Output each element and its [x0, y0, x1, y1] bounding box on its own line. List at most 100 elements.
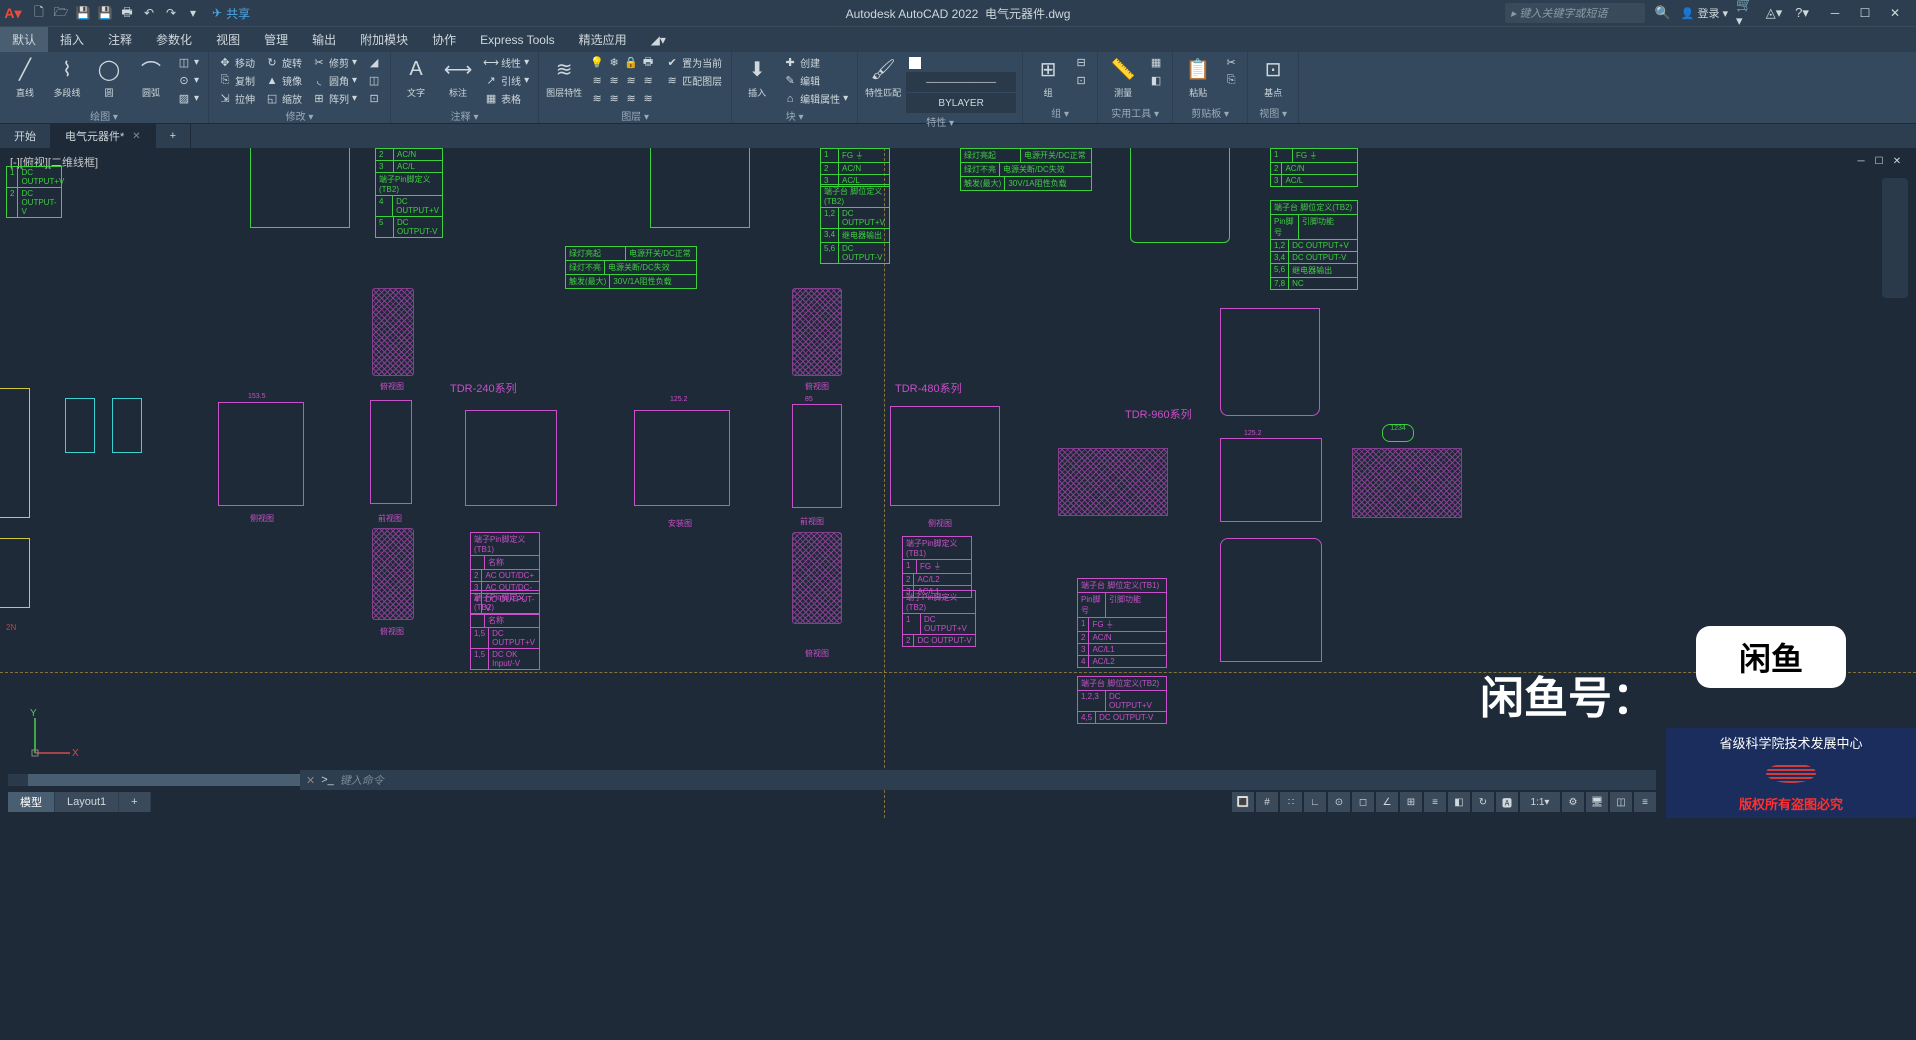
polyline-button[interactable]: ⌇多段线	[48, 54, 86, 99]
status-workspace[interactable]: ⚙	[1562, 792, 1584, 812]
app-icon[interactable]: A▾	[0, 0, 26, 26]
draw-more-3[interactable]: ▨▾	[174, 90, 202, 107]
layer-match-2[interactable]: ≋≋≋≋	[587, 90, 658, 107]
status-cycle[interactable]: ↻	[1472, 792, 1494, 812]
create-block-button[interactable]: ✚创建	[780, 54, 851, 71]
start-tab[interactable]: 开始	[0, 124, 51, 148]
fillet-button[interactable]: ◟圆角 ▾	[309, 72, 360, 89]
cart-icon[interactable]: 🛒▾	[1736, 3, 1756, 23]
navigation-bar[interactable]	[1882, 178, 1908, 298]
edit-block-button[interactable]: ✎编辑	[780, 72, 851, 89]
maximize-button[interactable]: ☐	[1850, 0, 1880, 26]
insert-block-button[interactable]: ⬇插入	[738, 54, 776, 99]
tab-express[interactable]: Express Tools	[468, 27, 566, 52]
circle-button[interactable]: ◯圆	[90, 54, 128, 99]
scrollbar-thumb[interactable]	[28, 774, 308, 786]
dimension-button[interactable]: ⟷标注	[439, 54, 477, 99]
vp-maximize[interactable]: ☐	[1872, 154, 1886, 168]
layer-match-1[interactable]: ≋≋≋≋	[587, 72, 658, 89]
set-current-button[interactable]: ✔置为当前	[662, 54, 725, 71]
search-input[interactable]: ▸ 键入关键字或短语	[1505, 3, 1645, 23]
status-polar[interactable]: ⊙	[1328, 792, 1350, 812]
group-more-1[interactable]: ⊟	[1071, 54, 1091, 71]
vp-minimize[interactable]: ─	[1854, 154, 1868, 168]
command-line[interactable]: ✕ >_ 键入命令	[300, 770, 1656, 790]
app-center-icon[interactable]: ◬▾	[1764, 3, 1784, 23]
status-dynamic[interactable]: ⊞	[1400, 792, 1422, 812]
redo-icon[interactable]: ↷	[162, 4, 180, 22]
status-scale[interactable]: 1:1▾	[1520, 792, 1560, 812]
copy-button[interactable]: ⎘复制	[215, 72, 258, 89]
layout-layout1[interactable]: Layout1	[55, 792, 119, 812]
new-icon[interactable]: 🗋	[30, 4, 48, 22]
layer-properties-button[interactable]: ≋图层特性	[545, 54, 583, 99]
arc-button[interactable]: ⌒圆弧	[132, 54, 170, 99]
drawing-area[interactable]: [-][俯视][二维线框] ─ ☐ ✕ 2AC/N 3AC/L 端子Pin脚定义…	[0, 148, 1916, 818]
new-tab-button[interactable]: +	[156, 124, 191, 148]
group-button[interactable]: ⊞组	[1029, 54, 1067, 99]
layer-state-button[interactable]: 💡❄🔒🖶	[587, 54, 658, 71]
close-button[interactable]: ✕	[1880, 0, 1910, 26]
draw-more-2[interactable]: ⊙▾	[174, 72, 202, 89]
linetype-dropdown[interactable]: ———————	[906, 72, 1016, 92]
color-dropdown[interactable]	[906, 54, 1016, 71]
tab-collaborate[interactable]: 协作	[420, 27, 468, 52]
mod-more-1[interactable]: ◢	[364, 54, 384, 71]
match-props-button[interactable]: 🖌特性匹配	[864, 54, 902, 99]
undo-icon[interactable]: ↶	[140, 4, 158, 22]
status-model[interactable]: 🔳	[1232, 792, 1254, 812]
match-layer-button[interactable]: ≋匹配图层	[662, 72, 725, 89]
share-button[interactable]: ✈ 共享	[212, 5, 250, 22]
status-track[interactable]: ∠	[1376, 792, 1398, 812]
plot-icon[interactable]: 🖶	[118, 4, 136, 22]
saveas-icon[interactable]: 💾	[96, 4, 114, 22]
status-osnap[interactable]: ◻	[1352, 792, 1374, 812]
help-icon[interactable]: ?▾	[1792, 3, 1812, 23]
vp-close[interactable]: ✕	[1890, 154, 1904, 168]
status-ortho[interactable]: ∟	[1304, 792, 1326, 812]
status-clean[interactable]: ◫	[1610, 792, 1632, 812]
cut-button[interactable]: ✂	[1221, 54, 1241, 71]
tab-view[interactable]: 视图	[204, 27, 252, 52]
measure-button[interactable]: 📏测量	[1104, 54, 1142, 99]
text-button[interactable]: A文字	[397, 54, 435, 99]
table-button[interactable]: ▦表格	[481, 90, 532, 107]
login-button[interactable]: 👤 登录 ▾	[1681, 5, 1728, 21]
group-more-2[interactable]: ⊡	[1071, 72, 1091, 89]
move-button[interactable]: ✥移动	[215, 54, 258, 71]
paste-button[interactable]: 📋粘贴	[1179, 54, 1217, 99]
tab-addins[interactable]: 附加模块	[348, 27, 420, 52]
save-icon[interactable]: 💾	[74, 4, 92, 22]
status-custom[interactable]: ≡	[1634, 792, 1656, 812]
util-more-1[interactable]: ▦	[1146, 54, 1166, 71]
mod-more-2[interactable]: ◫	[364, 72, 384, 89]
tab-default[interactable]: 默认	[0, 27, 48, 52]
leader-button[interactable]: ↗引线 ▾	[481, 72, 532, 89]
tab-manage[interactable]: 管理	[252, 27, 300, 52]
line-button[interactable]: ╱直线	[6, 54, 44, 99]
util-more-2[interactable]: ◧	[1146, 72, 1166, 89]
stretch-button[interactable]: ⇲拉伸	[215, 90, 258, 107]
dropdown-icon[interactable]: ▾	[184, 4, 202, 22]
tab-featured[interactable]: 精选应用	[567, 27, 639, 52]
command-input[interactable]: 键入命令	[340, 772, 384, 788]
search-icon[interactable]: 🔍	[1653, 3, 1673, 23]
tab-overflow[interactable]: ◢▾	[639, 27, 678, 52]
status-anno[interactable]: 🅰	[1496, 792, 1518, 812]
status-monitor[interactable]: 🖥	[1586, 792, 1608, 812]
minimize-button[interactable]: ─	[1820, 0, 1850, 26]
scale-button[interactable]: ◱缩放	[262, 90, 305, 107]
lineweight-dropdown[interactable]: BYLAYER	[906, 93, 1016, 113]
linear-button[interactable]: ⟷线性 ▾	[481, 54, 532, 71]
copy-clip-button[interactable]: ⎘	[1221, 72, 1241, 89]
edit-attr-button[interactable]: ⌂编辑属性 ▾	[780, 90, 851, 107]
status-snap[interactable]: ∷	[1280, 792, 1302, 812]
trim-button[interactable]: ✂修剪 ▾	[309, 54, 360, 71]
status-grid[interactable]: #	[1256, 792, 1278, 812]
status-lineweight[interactable]: ≡	[1424, 792, 1446, 812]
mirror-button[interactable]: ▲镜像	[262, 72, 305, 89]
open-icon[interactable]: 🗁	[52, 4, 70, 22]
command-close-icon[interactable]: ✕	[306, 774, 315, 787]
layout-add[interactable]: +	[119, 792, 150, 812]
basepoint-button[interactable]: ⊡基点	[1254, 54, 1292, 99]
